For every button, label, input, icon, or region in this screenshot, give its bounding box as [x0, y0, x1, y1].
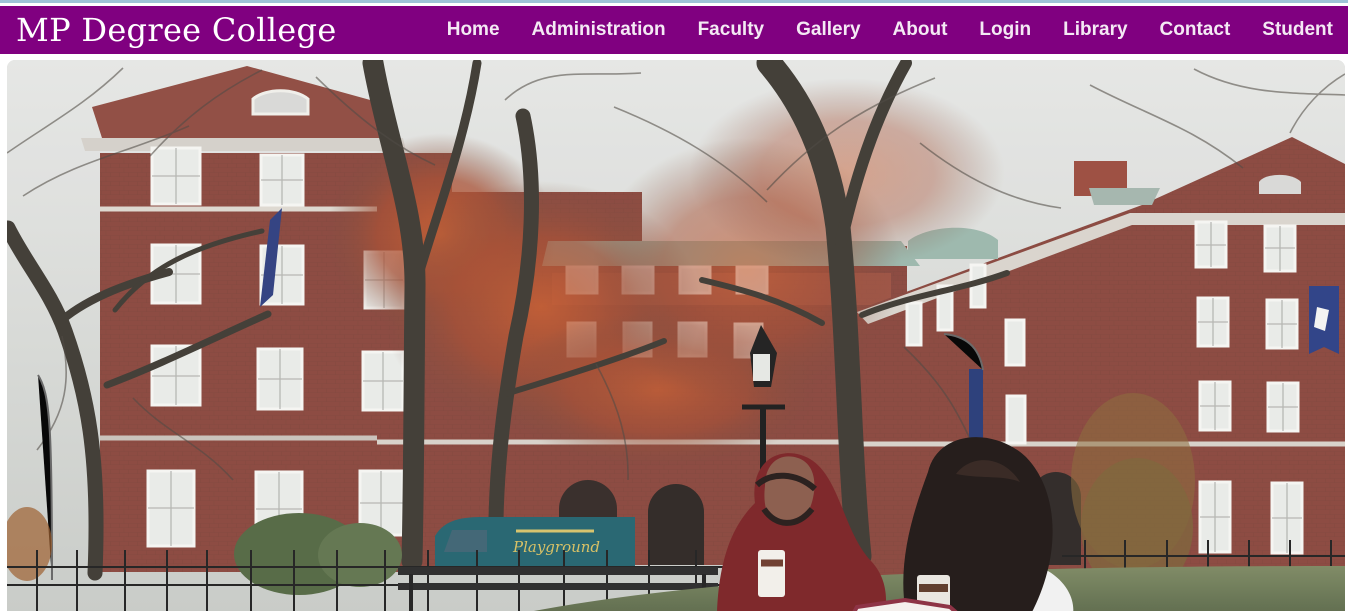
campus-photo-illustration: Playground — [7, 60, 1345, 611]
top-navigation-bar: MP Degree College Home Administration Fa… — [0, 6, 1348, 54]
nav-link-gallery[interactable]: Gallery — [796, 19, 860, 41]
nav-link-home[interactable]: Home — [447, 19, 500, 41]
site-title[interactable]: MP Degree College — [16, 14, 337, 46]
nav-link-administration[interactable]: Administration — [532, 19, 666, 41]
nav-link-faculty[interactable]: Faculty — [698, 19, 765, 41]
photo-shadow-overlay — [7, 60, 1345, 611]
nav-link-about[interactable]: About — [893, 19, 948, 41]
college-home-page: MP Degree College Home Administration Fa… — [0, 0, 1348, 611]
nav-link-library[interactable]: Library — [1063, 19, 1127, 41]
nav-link-contact[interactable]: Contact — [1160, 19, 1231, 41]
campus-hero-image: Playground — [7, 60, 1345, 611]
nav-link-student[interactable]: Student — [1262, 19, 1333, 41]
main-navigation: Home Administration Faculty Gallery Abou… — [447, 6, 1333, 54]
nav-link-login[interactable]: Login — [979, 19, 1031, 41]
